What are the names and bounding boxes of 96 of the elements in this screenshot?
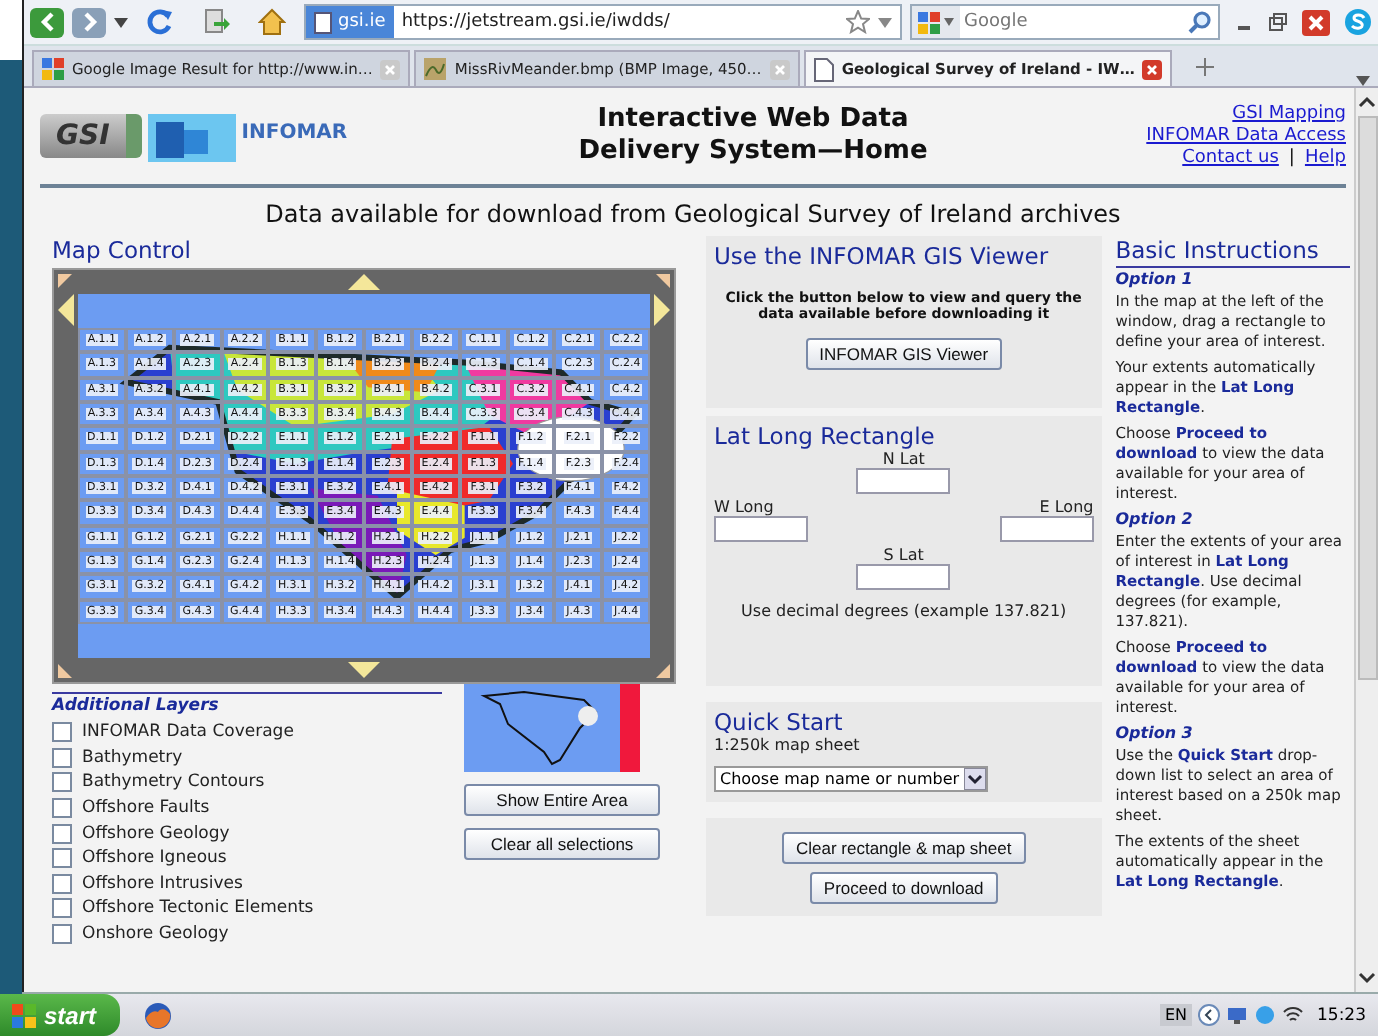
gis-viewer-button[interactable]: INFOMAR GIS Viewer xyxy=(805,338,1003,370)
expand-tray-icon[interactable] xyxy=(1197,1004,1219,1026)
search-icon[interactable] xyxy=(1188,10,1212,34)
east-long-field[interactable] xyxy=(999,516,1094,542)
search-field[interactable]: Google xyxy=(910,4,1220,40)
tab-list-caret-icon[interactable] xyxy=(1356,76,1370,86)
google-icon xyxy=(918,11,940,33)
restore-icon[interactable] xyxy=(1268,12,1288,32)
clear-selections-button[interactable]: Clear all selections xyxy=(464,828,660,860)
reload-icon[interactable] xyxy=(146,8,174,36)
section-title: Basic Instructions xyxy=(1115,236,1350,268)
monitor-icon[interactable] xyxy=(1225,1004,1247,1026)
caret-icon xyxy=(944,18,954,26)
site-identity-badge[interactable]: gsi.ie xyxy=(306,6,394,38)
site-title: Interactive Web Data Delivery System—Home xyxy=(576,104,930,168)
search-engine-button[interactable] xyxy=(912,6,960,38)
firefox-icon[interactable] xyxy=(144,1001,173,1029)
page-icon xyxy=(314,11,332,33)
address-field[interactable]: gsi.ie https://jetstream.gsi.ie/iwdds/ xyxy=(304,4,902,40)
section-title: Map Control xyxy=(52,236,193,264)
corner-arrow-icon[interactable] xyxy=(58,274,72,288)
field-label: N Lat xyxy=(882,450,925,468)
page-heading: Data available for download from Geological Survey of Ireland archives xyxy=(263,198,1123,232)
field-label: 1:250k map sheet xyxy=(713,736,862,754)
clear-rectangle-button[interactable]: Clear rectangle & map sheet xyxy=(781,831,1026,863)
layer-label: Bathymetry xyxy=(82,747,183,768)
checkbox[interactable] xyxy=(52,772,72,793)
caret-icon xyxy=(963,768,986,790)
star-icon[interactable] xyxy=(846,10,870,34)
infomar-logo: INFOMAR xyxy=(241,122,348,144)
checkbox[interactable] xyxy=(52,798,72,819)
arrow-down-icon[interactable] xyxy=(348,662,380,678)
contact-link[interactable]: Contact us xyxy=(1182,147,1279,169)
layer-label: Offshore Faults xyxy=(82,798,210,819)
checkbox[interactable] xyxy=(52,747,72,768)
layers-title: Additional Layers xyxy=(52,696,221,716)
layer-label: Offshore Geology xyxy=(82,823,230,844)
section-title: Lat Long Rectangle xyxy=(713,422,937,450)
checkbox[interactable] xyxy=(52,873,72,894)
google-icon xyxy=(42,58,64,80)
scroll-down-icon[interactable] xyxy=(1358,968,1376,986)
close-icon[interactable] xyxy=(1142,59,1163,79)
layer-label: Offshore Tectonic Elements xyxy=(82,898,314,919)
field-label: E Long xyxy=(1039,498,1094,516)
home-icon[interactable] xyxy=(258,8,286,36)
gsi-mapping-link[interactable]: GSI Mapping xyxy=(1232,103,1346,125)
link-separator: | xyxy=(1288,147,1295,169)
chat-app-icon[interactable] xyxy=(1344,8,1372,36)
option-heading: Option 1 xyxy=(1115,270,1195,288)
caret-icon[interactable] xyxy=(114,17,128,27)
checkbox[interactable] xyxy=(52,823,72,844)
data-access-link[interactable]: INFOMAR Data Access xyxy=(1146,125,1346,147)
arrow-right-icon[interactable] xyxy=(654,294,670,326)
arrow-up-icon[interactable] xyxy=(348,274,380,290)
corner-arrow-icon[interactable] xyxy=(656,274,670,288)
image-icon xyxy=(424,58,447,80)
field-label: W Long xyxy=(713,498,776,516)
layer-label: Onshore Geology xyxy=(82,924,229,945)
help-link[interactable]: Help xyxy=(1304,147,1346,169)
proceed-button[interactable]: Proceed to download xyxy=(809,871,998,903)
hint-text: Use decimal degrees (example 137.821) xyxy=(739,602,1069,620)
gsi-logo: GSI xyxy=(40,114,142,158)
section-title: Quick Start xyxy=(713,708,845,736)
corner-arrow-icon[interactable] xyxy=(58,664,72,678)
option-heading: Option 3 xyxy=(1115,724,1195,742)
section-title: Use the INFOMAR GIS Viewer xyxy=(713,242,1049,270)
checkbox[interactable] xyxy=(52,924,72,945)
field-label: S Lat xyxy=(883,546,924,564)
url-text: https://jetstream.gsi.ie/iwdds/ xyxy=(401,12,672,32)
layer-label: INFOMAR Data Coverage xyxy=(82,722,294,743)
new-tab-icon[interactable] xyxy=(1196,58,1215,76)
layer-label: Bathymetry Contours xyxy=(82,772,265,793)
scroll-up-icon[interactable] xyxy=(1358,94,1376,112)
north-lat-field[interactable] xyxy=(856,468,951,494)
map-sheet-dropdown[interactable]: Choose map name or number xyxy=(713,766,988,792)
page-arrow-icon[interactable] xyxy=(202,8,230,36)
windows-logo-icon xyxy=(12,1003,36,1027)
layer-label: Offshore Igneous xyxy=(82,848,227,869)
page-icon xyxy=(813,57,834,81)
checkbox[interactable] xyxy=(52,722,72,743)
scrollbar[interactable] xyxy=(1354,88,1378,992)
wifi-icon[interactable] xyxy=(1281,1004,1303,1026)
close-icon[interactable] xyxy=(1302,9,1330,35)
back-button[interactable] xyxy=(30,7,64,37)
corner-arrow-icon[interactable] xyxy=(656,664,670,678)
south-lat-field[interactable] xyxy=(856,564,951,590)
option-heading: Option 2 xyxy=(1115,510,1195,528)
arrow-left-icon[interactable] xyxy=(58,294,74,326)
layer-label: Offshore Intrusives xyxy=(82,873,243,894)
clock: 15:23 xyxy=(1317,1005,1366,1025)
west-long-field[interactable] xyxy=(713,516,808,542)
show-entire-area-button[interactable]: Show Entire Area xyxy=(464,784,660,816)
site-domain: gsi.ie xyxy=(338,12,386,32)
language-indicator[interactable]: EN xyxy=(1160,1004,1191,1026)
checkbox[interactable] xyxy=(52,898,72,919)
checkbox[interactable] xyxy=(52,848,72,869)
